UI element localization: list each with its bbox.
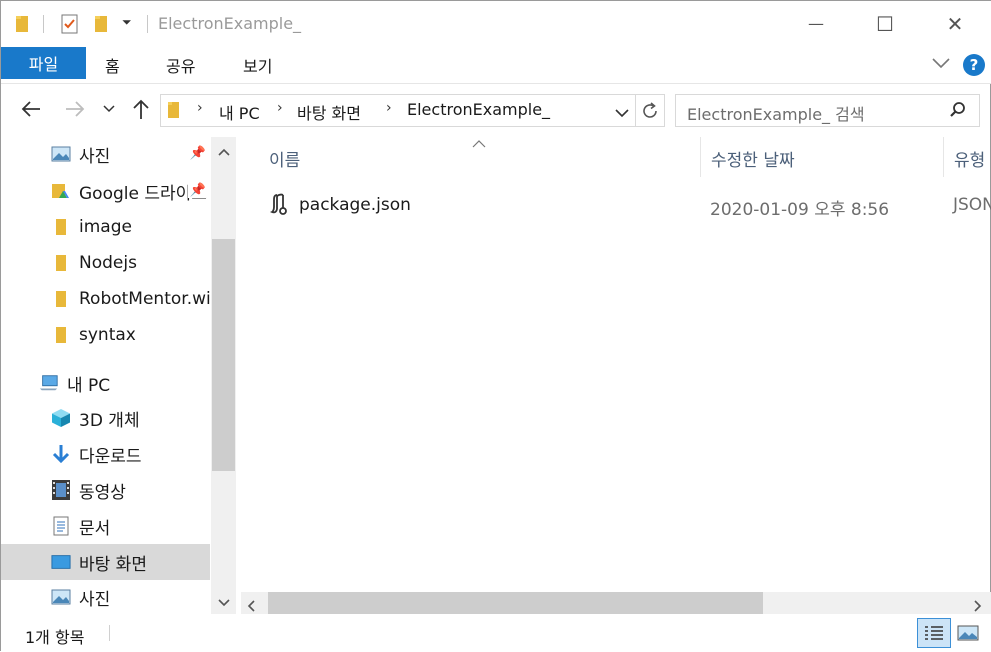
nav-item-label: syntax	[79, 325, 136, 345]
file-type: JSON	[953, 195, 991, 215]
title-separator	[147, 15, 148, 33]
column-header-date-modified[interactable]: 수정한 날짜	[711, 146, 795, 171]
column-separator[interactable]	[700, 137, 701, 177]
status-separator	[109, 625, 110, 641]
nav-item-desktop[interactable]: 바탕 화면	[1, 544, 210, 580]
status-bar	[1, 614, 991, 652]
json-file-icon	[269, 192, 291, 220]
folder-icon	[51, 218, 71, 236]
close-button[interactable]: ✕	[932, 1, 978, 46]
recent-locations-button[interactable]	[98, 96, 120, 122]
tab-home[interactable]: 홈	[105, 53, 120, 77]
item-count: 1개 항목	[25, 628, 85, 647]
window-title: ElectronExample_	[158, 14, 302, 33]
maximize-button[interactable]: ☐	[862, 1, 908, 46]
folder-icon	[51, 254, 71, 272]
nav-item-label: 내 PC	[67, 375, 111, 396]
breadcrumb-separator[interactable]: ›	[386, 100, 392, 116]
nav-item-robotmentor[interactable]: RobotMentor.wiki	[1, 281, 210, 317]
nav-item-3d-objects[interactable]: 3D 개체	[1, 400, 210, 436]
downloads-icon	[51, 445, 71, 464]
forward-button[interactable]	[62, 96, 88, 122]
back-button[interactable]	[18, 96, 44, 122]
column-separator[interactable]	[943, 137, 944, 177]
expand-ribbon-icon[interactable]	[931, 56, 951, 74]
up-button[interactable]	[128, 96, 154, 122]
scroll-up-icon[interactable]	[211, 142, 236, 162]
nav-item-label: image	[79, 217, 132, 237]
videos-icon	[51, 480, 71, 500]
nav-item-label: 사진	[79, 146, 111, 167]
nav-item-label: 3D 개체	[79, 410, 140, 431]
customize-quick-access-icon[interactable]: ⏷	[122, 15, 132, 30]
documents-icon	[51, 516, 71, 536]
address-dropdown-icon[interactable]	[615, 103, 629, 122]
desktop-icon	[51, 553, 71, 571]
folder-icon	[51, 290, 71, 308]
breadcrumb-desktop[interactable]: 바탕 화면	[297, 100, 361, 124]
nav-item-nodejs[interactable]: Nodejs	[1, 245, 210, 281]
pictures-icon	[51, 588, 71, 606]
nav-item-pictures-pinned[interactable]: 사진 📌	[1, 136, 210, 172]
pictures-icon	[51, 145, 71, 163]
pc-icon	[39, 374, 59, 392]
nav-item-image[interactable]: image	[1, 209, 210, 245]
refresh-button[interactable]	[636, 94, 665, 127]
google-drive-icon	[51, 182, 71, 200]
nav-item-label: 다운로드	[79, 446, 142, 467]
nav-item-google-drive[interactable]: Google 드라이브 📌	[1, 173, 210, 209]
details-view-button[interactable]	[917, 618, 951, 648]
nav-item-this-pc[interactable]: 내 PC	[1, 365, 210, 401]
nav-item-pictures[interactable]: 사진	[1, 580, 210, 614]
tab-view[interactable]: 보기	[243, 53, 272, 77]
tab-file[interactable]: 파일	[1, 47, 86, 79]
nav-item-label: 사진	[79, 589, 111, 610]
folder-icon	[15, 14, 31, 38]
3d-objects-icon	[51, 409, 71, 427]
help-icon[interactable]: ?	[963, 54, 985, 76]
tab-share[interactable]: 공유	[166, 53, 195, 77]
file-name[interactable]: package.json	[299, 195, 411, 215]
nav-item-videos[interactable]: 동영상	[1, 472, 210, 508]
folder-icon	[51, 326, 71, 344]
breadcrumb-this-pc[interactable]: 내 PC	[219, 100, 260, 124]
nav-item-downloads[interactable]: 다운로드	[1, 436, 210, 472]
new-folder-icon[interactable]	[94, 14, 110, 38]
scroll-down-icon[interactable]	[211, 593, 236, 613]
properties-icon[interactable]	[61, 14, 79, 38]
ribbon-tabs	[1, 46, 991, 84]
breadcrumb-separator[interactable]: ›	[197, 100, 203, 116]
file-explorer-window: ⏷ ElectronExample_ — ☐ ✕ 파일 홈 공유 보기 ? › …	[0, 0, 991, 652]
folder-icon	[167, 100, 181, 124]
pin-icon[interactable]: 📌	[187, 183, 206, 198]
large-icons-view-button[interactable]	[951, 618, 985, 648]
minimize-button[interactable]: —	[793, 1, 839, 46]
pin-icon[interactable]: 📌	[190, 146, 206, 161]
file-date-modified: 2020-01-09 오후 8:56	[710, 200, 890, 220]
title-bar	[1, 1, 991, 46]
nav-item-label: 문서	[79, 518, 111, 539]
breadcrumb-current-folder[interactable]: ElectronExample_	[407, 100, 550, 119]
nav-scrollbar-thumb[interactable]	[212, 239, 235, 471]
nav-item-label: 바탕 화면	[79, 554, 147, 575]
nav-item-label: 동영상	[79, 482, 126, 503]
nav-item-label: RobotMentor.wiki	[79, 289, 210, 309]
sort-ascending-icon	[472, 133, 486, 152]
column-header-name[interactable]: 이름	[269, 146, 300, 171]
nav-item-label: Nodejs	[79, 253, 137, 273]
quick-access-separator	[43, 15, 44, 33]
nav-item-syntax[interactable]: syntax	[1, 317, 210, 353]
breadcrumb-separator[interactable]: ›	[277, 100, 283, 116]
search-icon[interactable]	[949, 101, 967, 123]
column-header-type[interactable]: 유형	[954, 146, 985, 171]
nav-item-documents[interactable]: 문서	[1, 508, 210, 544]
h-scrollbar-thumb[interactable]	[268, 592, 763, 614]
search-placeholder: ElectronExample_ 검색	[687, 105, 865, 124]
